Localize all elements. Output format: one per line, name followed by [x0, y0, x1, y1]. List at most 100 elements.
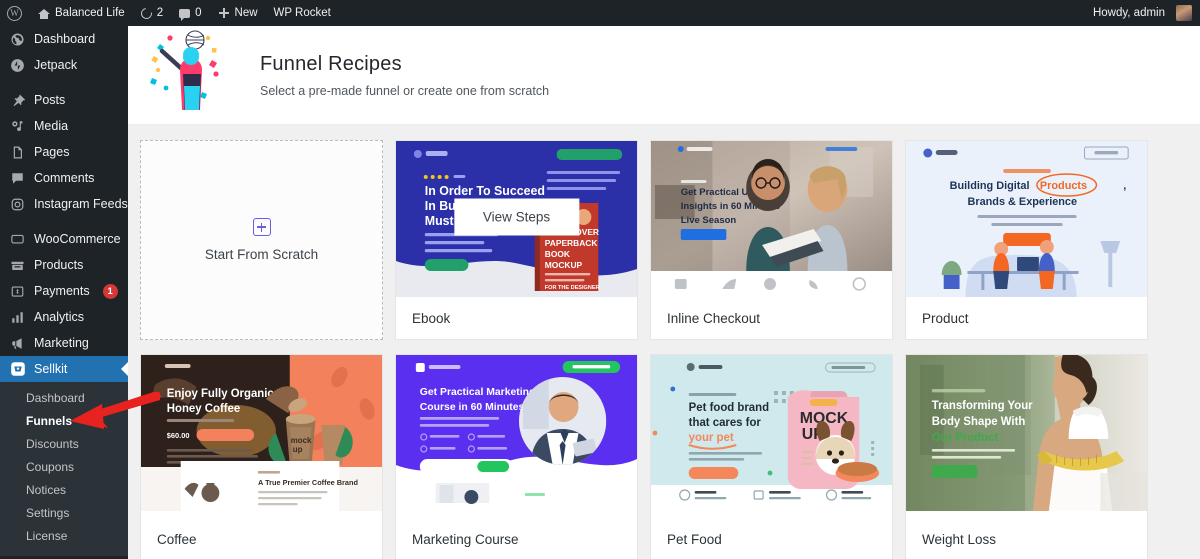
avatar: [1176, 5, 1192, 21]
sidebar-item-posts[interactable]: Posts: [0, 87, 128, 113]
recipe-card-inline-checkout[interactable]: Get Practical UX Insights in 60 Minutes …: [650, 140, 893, 340]
sidebar-item-label: Products: [34, 258, 84, 272]
svg-text:that cares for: that cares for: [689, 417, 762, 429]
payments-icon: [9, 283, 26, 300]
svg-text:Get Practical Marketing: Get Practical Marketing: [420, 387, 536, 398]
sidebar-item-payments[interactable]: Payments 1: [0, 278, 128, 304]
sidebar-item-woocommerce[interactable]: WooCommerce: [0, 226, 128, 252]
recipe-card-coffee[interactable]: Enjoy Fully Organic Honey Coffee $60.00: [140, 354, 383, 559]
sidebar-item-label: WooCommerce: [34, 232, 121, 246]
sidebar-item-marketing[interactable]: Marketing: [0, 330, 128, 356]
svg-text:your pet: your pet: [689, 432, 734, 444]
dashboard-icon: [9, 31, 26, 48]
content-area: Funnel Recipes Select a pre-made funnel …: [128, 26, 1200, 559]
sidebar-item-media[interactable]: Media: [0, 113, 128, 139]
submenu-item-coupons[interactable]: Coupons: [0, 456, 128, 479]
comments-menu[interactable]: 0: [171, 0, 209, 26]
chef-whisk-illustration: [150, 29, 219, 110]
recipe-preview-coffee: Enjoy Fully Organic Honey Coffee $60.00: [141, 355, 382, 511]
sidebar-item-label: Instagram Feeds: [34, 197, 128, 211]
sidebar-item-pages[interactable]: Pages: [0, 139, 128, 165]
recipe-cell-pet-food: Pet food brand that cares for your pet M…: [650, 354, 905, 559]
svg-text:Products: Products: [1040, 180, 1087, 192]
submenu-item-notices[interactable]: Notices: [0, 479, 128, 502]
pages-icon: [9, 144, 26, 161]
svg-text:In Order To Succeed: In Order To Succeed: [425, 184, 545, 198]
submenu-item-funnels[interactable]: Funnels: [0, 410, 128, 433]
submenu-item-dashboard[interactable]: Dashboard: [0, 387, 128, 410]
sidebar-item-label: Posts: [34, 93, 66, 107]
payments-badge: 1: [102, 283, 118, 299]
svg-text:mock: mock: [291, 436, 312, 445]
wp-rocket-menu[interactable]: WP Rocket: [266, 0, 339, 26]
submenu-item-settings[interactable]: Settings: [0, 502, 128, 525]
woocommerce-icon: [9, 231, 26, 248]
sidebar-item-jetpack[interactable]: Jetpack: [0, 52, 128, 78]
recipe-card-weight-loss[interactable]: Transforming Your Body Shape With Our Pr…: [905, 354, 1148, 559]
svg-text:up: up: [293, 445, 303, 454]
sidebar-item-comments[interactable]: Comments: [0, 165, 128, 191]
sidebar-item-instagram-feeds[interactable]: Instagram Feeds: [0, 191, 128, 217]
new-content-menu[interactable]: New: [210, 0, 266, 26]
view-steps-button[interactable]: View Steps: [453, 198, 580, 236]
recipes-grid-row-1: Start From Scratch In Order To Succeed I…: [140, 125, 1188, 340]
new-label: New: [234, 7, 258, 19]
svg-text:BOOK: BOOK: [545, 249, 571, 259]
page-title: Funnel Recipes: [260, 53, 402, 75]
svg-text:Enjoy Fully Organic: Enjoy Fully Organic: [167, 388, 275, 400]
howdy-label: Howdy, admin: [1092, 7, 1165, 19]
sidebar-item-label: Marketing: [34, 336, 89, 350]
recipe-cell-ebook: In Order To Succeed In Business , You Mu…: [395, 140, 650, 340]
recipe-name-marketing-course: Marketing Course: [396, 511, 637, 559]
svg-text:PAPERBACK: PAPERBACK: [545, 238, 599, 248]
svg-text:A True Premier Coffee Brand: A True Premier Coffee Brand: [258, 478, 358, 487]
recipe-cell-inline-checkout: Get Practical UX Insights in 60 Minutes …: [650, 140, 905, 340]
sidebar-item-dashboard[interactable]: Dashboard: [0, 26, 128, 52]
site-name-menu[interactable]: Balanced Life: [30, 0, 133, 26]
comments-icon: [9, 170, 26, 187]
svg-text:Our Product: Our Product: [932, 432, 999, 444]
howdy-menu[interactable]: Howdy, admin: [1085, 0, 1200, 26]
sidebar-item-label: Pages: [34, 145, 70, 159]
recipe-name-pet-food: Pet Food: [651, 511, 892, 559]
sidebar-item-label: Jetpack: [34, 58, 78, 72]
submenu-item-license[interactable]: License: [0, 525, 128, 548]
site-name-label: Balanced Life: [55, 7, 125, 19]
recipe-name-weight-loss: Weight Loss: [906, 511, 1147, 559]
jetpack-icon: [9, 57, 26, 74]
admin-sidebar: Dashboard Jetpack Posts Media Pages Comm…: [0, 26, 128, 559]
sidebar-item-analytics[interactable]: Analytics: [0, 304, 128, 330]
recipe-cell-marketing-course: Get Practical Marketing Course in 60 Min…: [395, 354, 650, 559]
recipe-card-pet-food[interactable]: Pet food brand that cares for your pet M…: [650, 354, 893, 559]
sidebar-item-sellkit[interactable]: Sellkit: [0, 356, 128, 382]
svg-text:Brands & Experience: Brands & Experience: [967, 196, 1077, 208]
plus-square-icon: [252, 218, 271, 236]
updates-count: 2: [156, 7, 164, 19]
sidebar-item-products[interactable]: Products: [0, 252, 128, 278]
sellkit-submenu: Dashboard Funnels Discounts Coupons Noti…: [0, 382, 128, 556]
page-subtitle: Select a pre-made funnel or create one f…: [260, 84, 550, 98]
pin-icon: [9, 92, 26, 109]
sidebar-item-label: Dashboard: [34, 32, 96, 46]
recipe-preview-marketing-course: Get Practical Marketing Course in 60 Min…: [396, 355, 637, 511]
comments-count: 0: [195, 7, 202, 19]
submenu-item-discounts[interactable]: Discounts: [0, 433, 128, 456]
svg-text:Pet food brand: Pet food brand: [689, 402, 769, 414]
instagram-icon: [9, 196, 26, 213]
sidebar-item-label: Comments: [34, 171, 95, 185]
plus-icon: [218, 7, 230, 19]
svg-text:Honey Coffee: Honey Coffee: [167, 403, 240, 415]
svg-text:Transforming Your: Transforming Your: [932, 400, 1033, 412]
sidebar-item-label: Analytics: [34, 310, 85, 324]
recipe-card-ebook[interactable]: In Order To Succeed In Business , You Mu…: [395, 140, 638, 340]
wp-logo-menu[interactable]: [0, 0, 30, 26]
svg-text:Course in 60 Minutes: Course in 60 Minutes: [420, 402, 525, 413]
header-text: Funnel Recipes Select a pre-made funnel …: [246, 51, 549, 99]
sidebar-separator: [0, 217, 128, 226]
recipe-card-marketing-course[interactable]: Get Practical Marketing Course in 60 Min…: [395, 354, 638, 559]
svg-text:MOCKUP: MOCKUP: [545, 260, 583, 270]
recipe-card-product[interactable]: Building Digital Products , Brands & Exp…: [905, 140, 1148, 340]
start-from-scratch-card[interactable]: Start From Scratch: [140, 140, 383, 340]
recipe-preview-ebook: In Order To Succeed In Business , You Mu…: [396, 141, 637, 297]
updates-menu[interactable]: 2: [133, 0, 171, 26]
